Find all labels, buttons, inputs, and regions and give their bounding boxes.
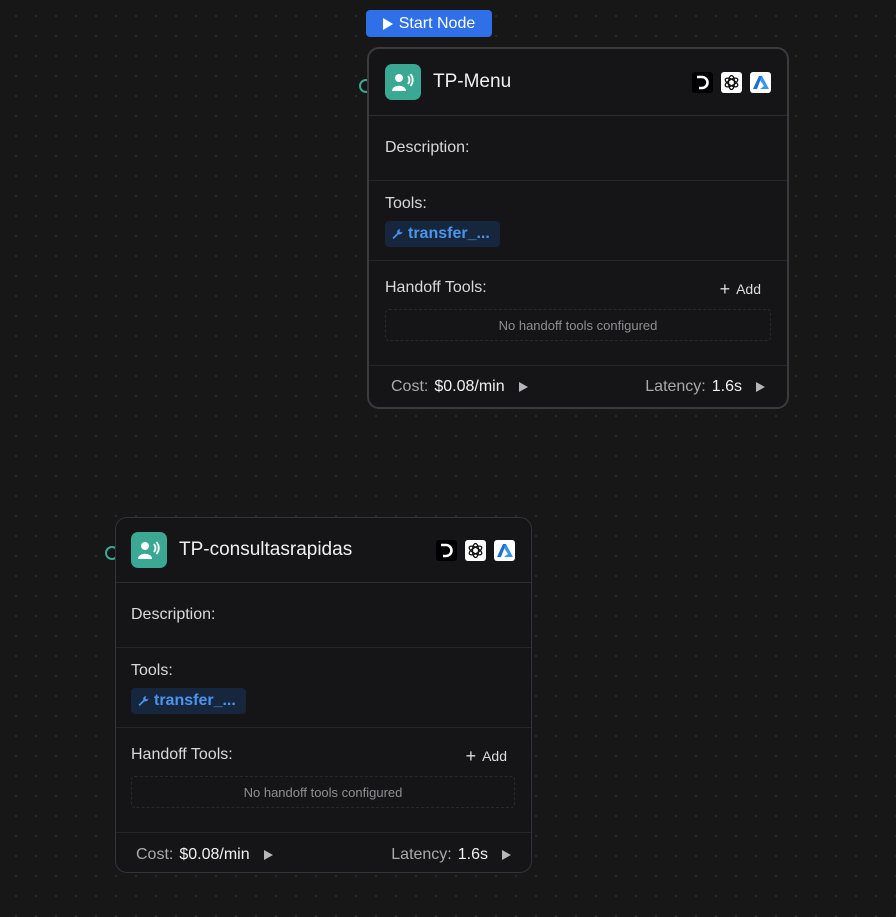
node-footer: Cost: $0.08/min Latency: 1.6s xyxy=(116,833,531,872)
latency-label: Latency: xyxy=(391,846,452,863)
deepgram-icon xyxy=(692,72,713,93)
node-header: TP-consultasrapidas xyxy=(116,518,531,583)
provider-icons xyxy=(436,540,515,561)
deepgram-icon xyxy=(436,540,457,561)
cost-expand-icon[interactable] xyxy=(518,382,528,392)
azure-icon xyxy=(750,72,771,93)
cost-value: $0.08/min xyxy=(179,846,250,863)
add-handoff-button[interactable]: + Add xyxy=(465,746,507,766)
tool-chip-label: transfer_... xyxy=(154,692,236,709)
wrench-icon xyxy=(138,696,149,706)
cost-expand-icon[interactable] xyxy=(263,850,273,860)
tools-label: Tools: xyxy=(385,195,427,212)
handoff-label: Handoff Tools: xyxy=(385,279,487,296)
openai-icon xyxy=(721,72,742,93)
description-section: Description: xyxy=(369,116,787,181)
add-handoff-button[interactable]: + Add xyxy=(719,279,761,299)
start-node-badge[interactable]: Start Node xyxy=(366,10,492,37)
handoff-empty-state: No handoff tools configured xyxy=(131,776,515,808)
tools-section: Tools: transfer_... xyxy=(369,181,787,261)
tools-section: Tools: transfer_... xyxy=(116,648,531,728)
latency-expand-icon[interactable] xyxy=(502,850,511,860)
handoff-section: Handoff Tools: + Add No handoff tools co… xyxy=(116,728,531,833)
tools-label: Tools: xyxy=(131,662,173,679)
cost-label: Cost: xyxy=(136,846,174,863)
latency-label: Latency: xyxy=(645,378,706,395)
add-label: Add xyxy=(482,748,507,764)
description-label: Description: xyxy=(385,139,470,156)
node-title: TP-consultasrapidas xyxy=(179,539,353,560)
handoff-empty-state: No handoff tools configured xyxy=(385,309,771,341)
cost-value: $0.08/min xyxy=(434,378,505,395)
description-section: Description: xyxy=(116,583,531,648)
latency-value: 1.6s xyxy=(457,846,488,863)
voice-agent-icon xyxy=(385,64,421,100)
cost-info: Cost: $0.08/min xyxy=(391,378,528,396)
plus-icon: + xyxy=(465,746,477,766)
latency-info: Latency: 1.6s xyxy=(391,846,511,864)
tool-chip-label: transfer_... xyxy=(408,225,490,242)
handoff-empty-text: No handoff tools configured xyxy=(498,317,658,333)
node-title: TP-Menu xyxy=(433,71,512,92)
description-label: Description: xyxy=(131,606,216,623)
node-header: TP-Menu xyxy=(369,49,787,116)
tool-chip[interactable]: transfer_... xyxy=(385,221,500,247)
voice-agent-icon xyxy=(131,532,167,568)
wrench-icon xyxy=(392,229,403,239)
provider-icons xyxy=(692,72,771,93)
agent-node[interactable]: TP-consultasrapidas Description: Tools: … xyxy=(115,517,532,873)
latency-expand-icon[interactable] xyxy=(756,382,765,392)
cost-label: Cost: xyxy=(391,378,429,395)
openai-icon xyxy=(465,540,486,561)
handoff-section: Handoff Tools: + Add No handoff tools co… xyxy=(369,261,787,366)
play-icon xyxy=(382,17,393,30)
agent-node[interactable]: TP-Menu Description: Tools: transfer_...… xyxy=(367,47,789,409)
node-footer: Cost: $0.08/min Latency: 1.6s xyxy=(369,366,787,407)
latency-info: Latency: 1.6s xyxy=(645,378,765,396)
cost-info: Cost: $0.08/min xyxy=(136,846,273,864)
tool-chip[interactable]: transfer_... xyxy=(131,688,246,714)
handoff-label: Handoff Tools: xyxy=(131,746,233,763)
start-node-label: Start Node xyxy=(398,14,476,32)
add-label: Add xyxy=(736,281,761,297)
azure-icon xyxy=(494,540,515,561)
latency-value: 1.6s xyxy=(711,378,742,395)
handoff-empty-text: No handoff tools configured xyxy=(243,784,403,800)
plus-icon: + xyxy=(719,279,731,299)
